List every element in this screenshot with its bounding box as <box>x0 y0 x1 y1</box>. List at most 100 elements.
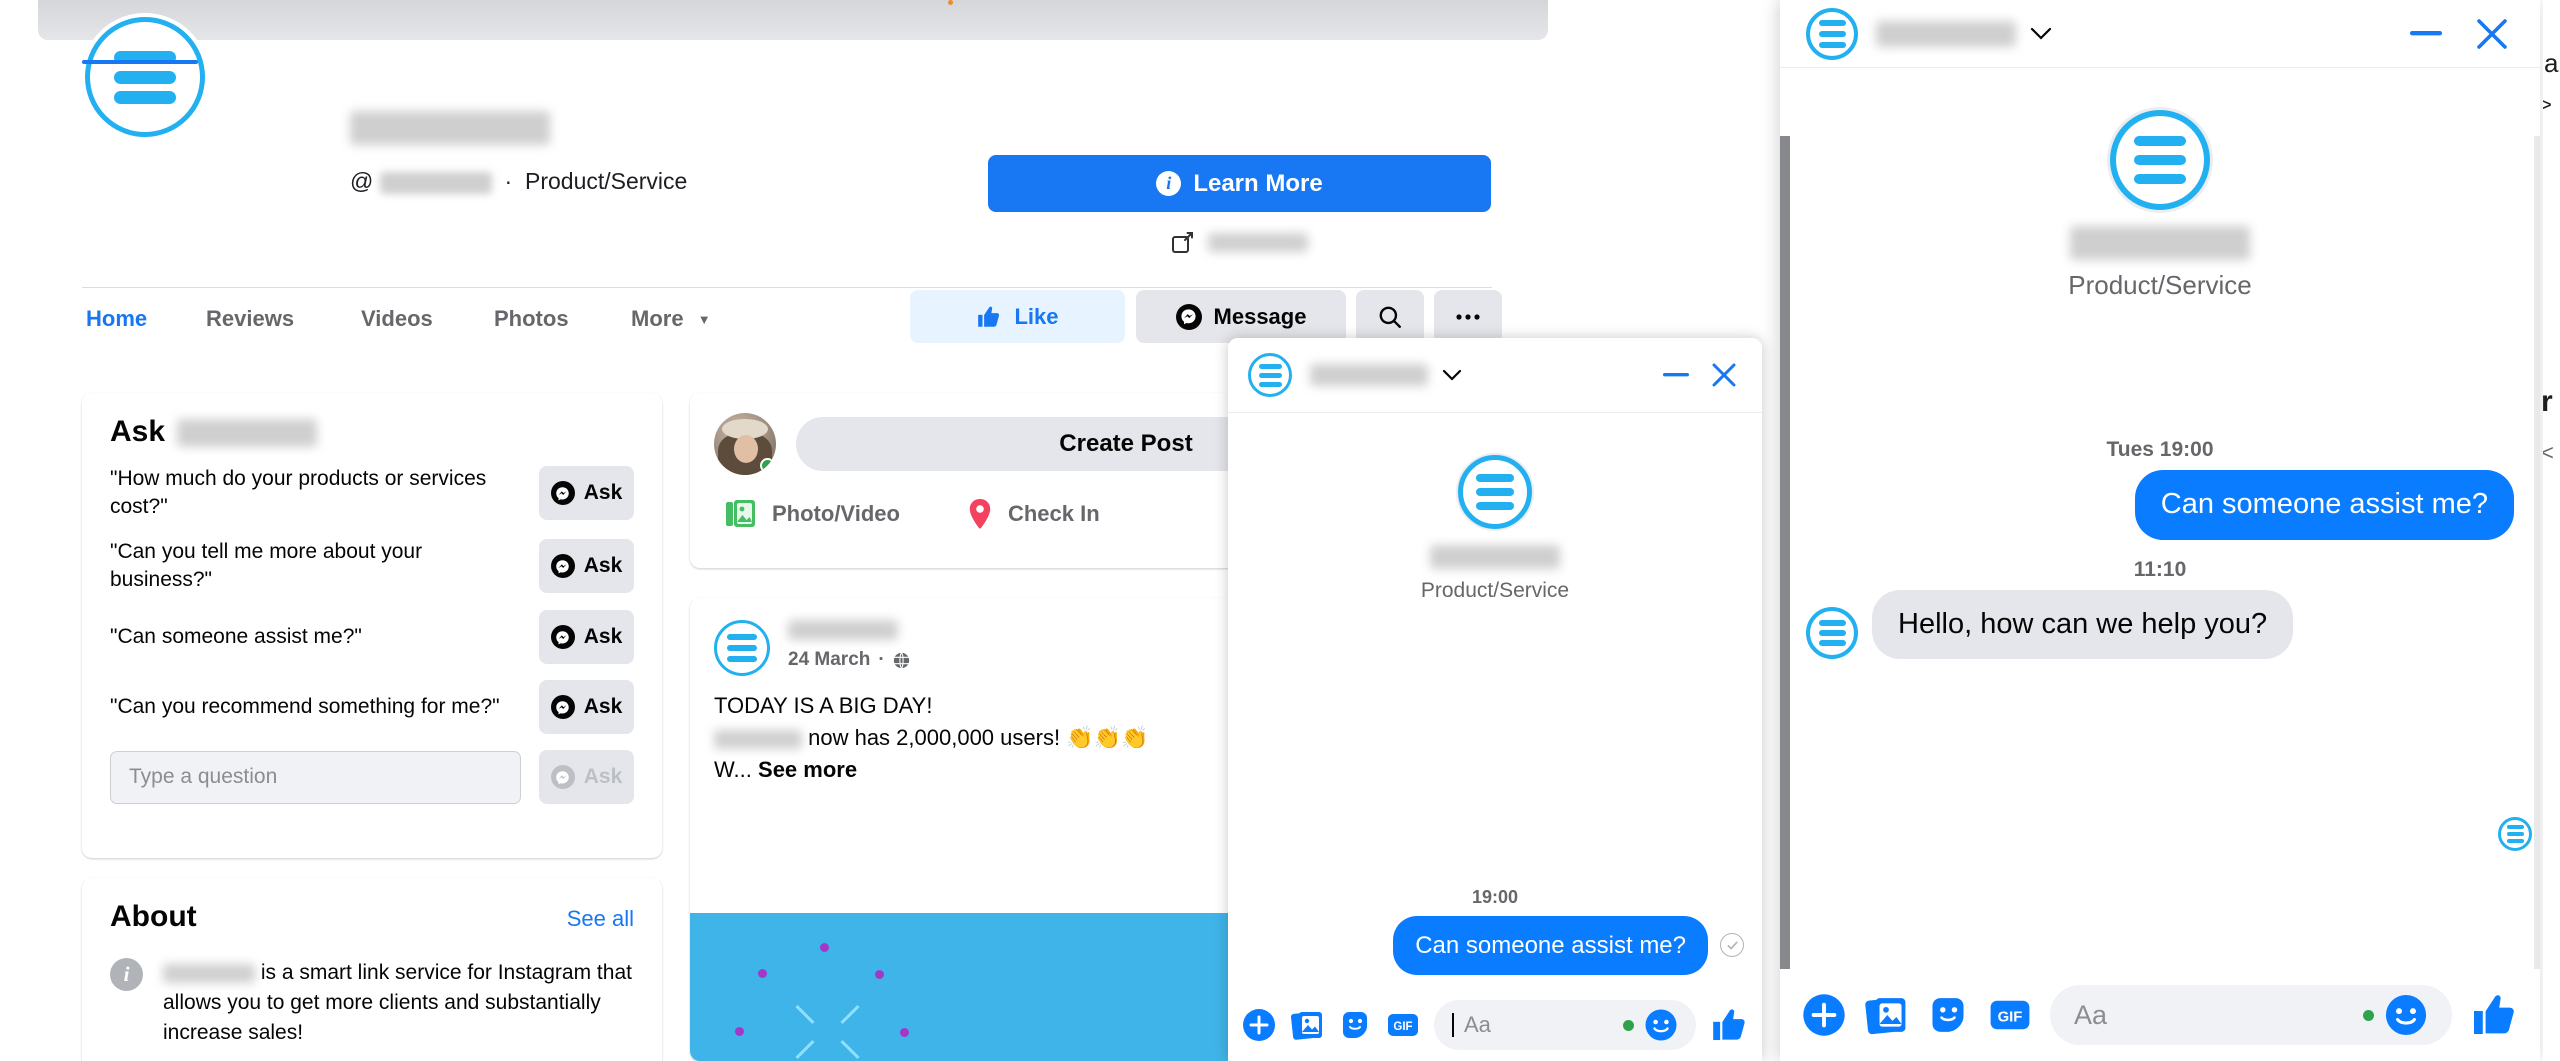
close-icon <box>2477 18 2507 49</box>
chevron-down-icon[interactable] <box>1442 369 1462 382</box>
chat-large-title[interactable] <box>1876 20 2052 47</box>
chat-small-message-list: 19:00 Can someone assist me? <box>1228 887 1762 975</box>
message-row-outgoing: Can someone assist me? <box>1806 470 2514 540</box>
about-page-name-redacted <box>163 963 255 983</box>
plus-icon[interactable] <box>1802 993 1846 1037</box>
emoji-icon[interactable] <box>1644 1008 1678 1042</box>
chat-large-message-list: Tues 19:00 Can someone assist me? 11:10 … <box>1806 438 2514 660</box>
tab-reviews[interactable]: Reviews <box>202 298 298 340</box>
ask-question-text: "Can you tell me more about your busines… <box>110 539 423 592</box>
chat-large-header <box>1780 0 2540 68</box>
text-caret <box>1452 1013 1454 1037</box>
post-line-2-text: now has 2,000,000 users! 👏👏👏 <box>802 724 1149 750</box>
chat-small-message-input[interactable]: Aa <box>1434 1000 1696 1050</box>
search-icon <box>1379 306 1401 328</box>
clipped-text-fragment: > <box>2543 92 2552 117</box>
info-icon: i <box>110 958 143 991</box>
message-bubble[interactable]: Can someone assist me? <box>2134 470 2514 540</box>
thumbsup-icon[interactable] <box>2470 991 2518 1039</box>
gif-icon[interactable]: GIF <box>1386 1008 1420 1042</box>
chat-large-intro-avatar[interactable] <box>2110 110 2210 210</box>
photo-video-button[interactable]: Photo/Video <box>726 499 900 529</box>
chat-large-close-button[interactable] <box>2470 12 2514 56</box>
messenger-icon <box>550 481 575 506</box>
learn-more-button[interactable]: i Learn More <box>988 155 1491 212</box>
chat-large-avatar[interactable] <box>1806 7 1858 60</box>
page-profile-avatar[interactable] <box>85 17 205 137</box>
svg-text:GIF: GIF <box>1393 1021 1412 1033</box>
page-title <box>350 105 550 147</box>
chat-small-title[interactable] <box>1310 364 1462 386</box>
chat-small-intro-name <box>1430 545 1560 569</box>
post-author-avatar[interactable] <box>714 620 770 676</box>
about-see-all-link[interactable]: See all <box>567 906 634 932</box>
tab-videos[interactable]: Videos <box>357 298 437 340</box>
gif-icon[interactable]: GIF <box>1988 993 2032 1037</box>
website-link-row[interactable] <box>988 225 1491 259</box>
globe-icon <box>893 651 909 669</box>
chat-small-minimize-button[interactable] <box>1658 357 1694 393</box>
ask-button-label: Ask <box>583 625 623 649</box>
chat-large-body: Product/Service Tues 19:00 Can someone a… <box>1780 68 2540 969</box>
sticker-icon[interactable] <box>1338 1008 1372 1042</box>
see-more-link[interactable]: See more <box>758 757 857 782</box>
about-card: About See all i is a smart link service … <box>82 878 662 1061</box>
ask-title-text: Ask <box>110 415 166 448</box>
ask-button[interactable]: Ask <box>539 610 634 665</box>
like-button[interactable]: Like <box>910 290 1125 343</box>
search-button[interactable] <box>1356 290 1424 343</box>
cover-photo[interactable] <box>38 0 1548 40</box>
post-author-name[interactable] <box>788 620 910 640</box>
ask-submit-button[interactable]: Ask <box>539 750 634 805</box>
info-icon: i <box>1156 171 1182 196</box>
close-icon <box>1712 363 1736 387</box>
plus-icon[interactable] <box>1242 1008 1276 1042</box>
messenger-chat-window-large: Product/Service Tues 19:00 Can someone a… <box>1780 0 2540 1061</box>
page-more-options-button[interactable] <box>1434 290 1502 343</box>
check-in-button[interactable]: Check In <box>968 499 1100 529</box>
image-icon[interactable] <box>1290 1008 1324 1042</box>
message-timestamp: 19:00 <box>1471 886 1519 907</box>
active-tab-underline <box>82 60 198 64</box>
photo-video-icon <box>726 500 755 527</box>
message-bubble[interactable]: Hello, how can we help you? <box>1872 589 2294 660</box>
chat-small-header <box>1228 338 1762 413</box>
online-status-dot <box>760 458 775 473</box>
tab-photos[interactable]: Photos <box>490 298 573 340</box>
sticker-icon[interactable] <box>1926 993 1970 1037</box>
message-sender-avatar[interactable] <box>1806 607 1858 660</box>
user-avatar[interactable] <box>714 413 776 475</box>
post-meta: 24 March · <box>788 649 910 671</box>
clipped-background-content: 'a > r < <box>2543 0 2560 1061</box>
ask-button[interactable]: Ask <box>539 680 634 735</box>
photo-video-label: Photo/Video <box>772 501 900 526</box>
external-link-icon <box>1171 231 1194 253</box>
emoji-icon[interactable] <box>2384 993 2428 1037</box>
chevron-down-icon[interactable] <box>2030 27 2052 41</box>
chat-small-composer: GIF Aa <box>1228 989 1762 1061</box>
message-bubble[interactable]: Can someone assist me? <box>1393 915 1708 975</box>
chat-small-close-button[interactable] <box>1706 357 1742 393</box>
message-row-outgoing: Can someone assist me? <box>1246 915 1744 975</box>
tab-home[interactable]: Home <box>82 298 151 340</box>
tab-more[interactable]: More ▼ <box>627 298 715 340</box>
location-pin-icon <box>969 499 991 529</box>
ask-button[interactable]: Ask <box>539 466 634 521</box>
image-icon[interactable] <box>1864 993 1908 1037</box>
thumbsup-icon <box>978 306 1000 327</box>
ask-question-input[interactable] <box>110 750 521 804</box>
ask-question-row: "Can someone assist me?" Ask <box>110 610 634 665</box>
messenger-chat-window-small: Product/Service 19:00 Can someone assist… <box>1228 338 1762 1061</box>
website-url-redacted <box>1207 232 1308 252</box>
chat-small-avatar[interactable] <box>1248 353 1292 397</box>
ask-button[interactable]: Ask <box>539 539 634 594</box>
at-symbol: @ <box>350 168 374 194</box>
clipped-text-fragment: 'a <box>2543 48 2559 78</box>
chat-large-mini-logo-icon[interactable] <box>2498 817 2532 851</box>
chat-small-intro-avatar[interactable] <box>1458 455 1532 529</box>
chat-large-minimize-button[interactable] <box>2404 12 2448 56</box>
ask-question-text: "How much do your products or services c… <box>110 467 487 519</box>
chat-large-message-input[interactable]: Aa <box>2050 985 2452 1045</box>
message-button[interactable]: Message <box>1136 290 1346 343</box>
thumbsup-icon[interactable] <box>1710 1006 1748 1044</box>
